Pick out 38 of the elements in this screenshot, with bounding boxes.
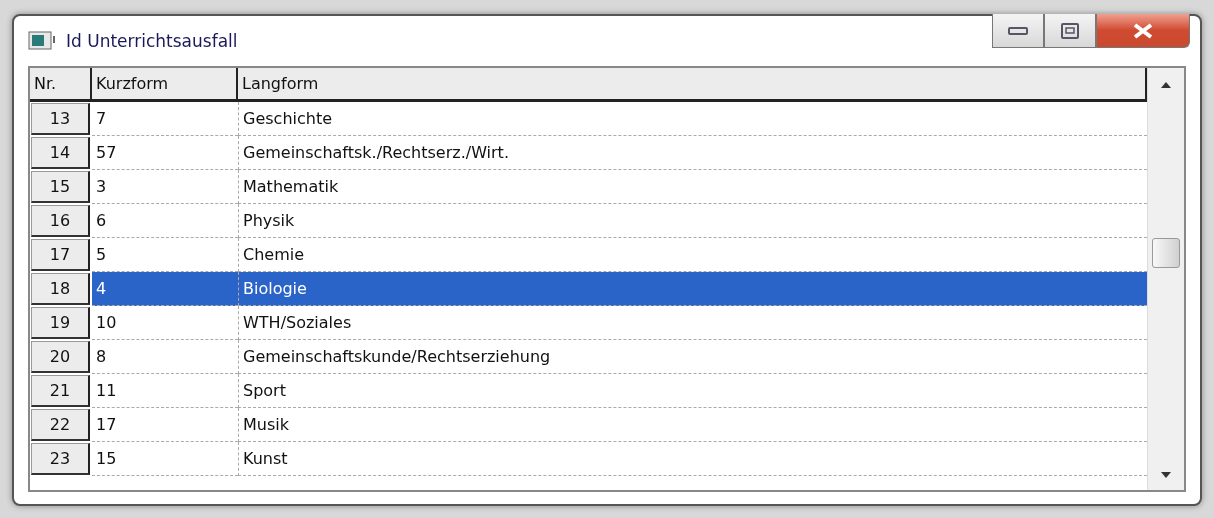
table-cell: Physik <box>238 204 1147 238</box>
row-header[interactable]: 18 <box>31 273 90 305</box>
table-cell: Biologie <box>238 272 1147 306</box>
table-cell: 4 <box>92 272 238 306</box>
row-header[interactable]: 22 <box>31 409 90 441</box>
row-header[interactable]: 15 <box>31 171 90 203</box>
minimize-icon <box>1008 25 1028 36</box>
table-cell: Gemeinschaftsk./Rechtserz./Wirt. <box>238 136 1147 170</box>
row-header[interactable]: 23 <box>31 443 90 475</box>
column-header[interactable]: Kurzform <box>92 68 238 102</box>
close-button[interactable] <box>1096 14 1190 48</box>
close-icon <box>1132 22 1154 39</box>
scroll-thumb[interactable] <box>1152 238 1180 268</box>
row-header[interactable]: 14 <box>31 137 90 169</box>
scroll-up-icon[interactable] <box>1161 82 1171 88</box>
window-title: Id Unterrichtsausfall <box>66 31 238 51</box>
row-header[interactable]: 21 <box>31 375 90 407</box>
table-cell: Chemie <box>238 238 1147 272</box>
row-header[interactable]: 20 <box>31 341 90 373</box>
row-header[interactable]: 13 <box>31 103 90 135</box>
maximize-icon <box>1061 22 1079 39</box>
table-cell: Gemeinschaftskunde/Rechtserziehung <box>238 340 1147 374</box>
table-cell: Sport <box>238 374 1147 408</box>
table-cell: Mathematik <box>238 170 1147 204</box>
table-cell: Musik <box>238 408 1147 442</box>
scroll-down-icon[interactable] <box>1161 472 1171 478</box>
row-header[interactable]: 17 <box>31 239 90 271</box>
table-cell: WTH/Soziales <box>238 306 1147 340</box>
app-icon <box>28 31 56 51</box>
scrollbar[interactable] <box>1147 68 1184 490</box>
row-header[interactable]: 16 <box>31 205 90 237</box>
column-header[interactable]: Nr. <box>30 68 92 102</box>
maximize-button[interactable] <box>1044 14 1096 48</box>
table-cell: Geschichte <box>238 102 1147 136</box>
minimize-button[interactable] <box>992 14 1044 48</box>
row-header[interactable]: 19 <box>31 307 90 339</box>
table-cell: Kunst <box>238 442 1147 476</box>
column-header[interactable]: Langform <box>238 68 1147 102</box>
